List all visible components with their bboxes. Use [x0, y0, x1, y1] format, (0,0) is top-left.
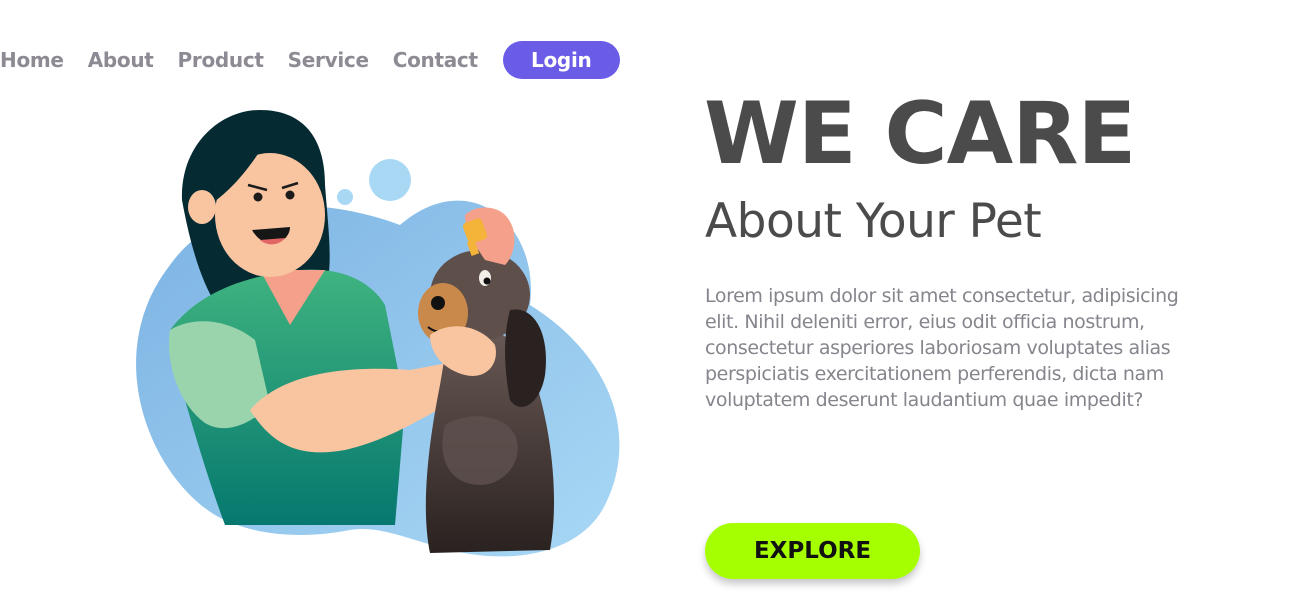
- hero-description: Lorem ipsum dolor sit amet consectetur, …: [705, 285, 1179, 411]
- landing-page: Home About Product Service Contact Login: [0, 0, 1289, 596]
- hero-title: WE CARE: [704, 84, 1136, 184]
- nav-service[interactable]: Service: [288, 48, 369, 72]
- hero-subtitle: About Your Pet: [705, 194, 1042, 249]
- top-nav: Home About Product Service Contact Login: [0, 41, 620, 79]
- nav-about[interactable]: About: [88, 48, 154, 72]
- nav-contact[interactable]: Contact: [393, 48, 478, 72]
- nav-home[interactable]: Home: [0, 48, 64, 72]
- explore-button[interactable]: EXPLORE: [705, 523, 920, 579]
- nav-product[interactable]: Product: [178, 48, 264, 72]
- login-button[interactable]: Login: [502, 41, 620, 79]
- hero-illustration: [110, 105, 630, 565]
- woman-with-dog-illustration: [136, 110, 620, 557]
